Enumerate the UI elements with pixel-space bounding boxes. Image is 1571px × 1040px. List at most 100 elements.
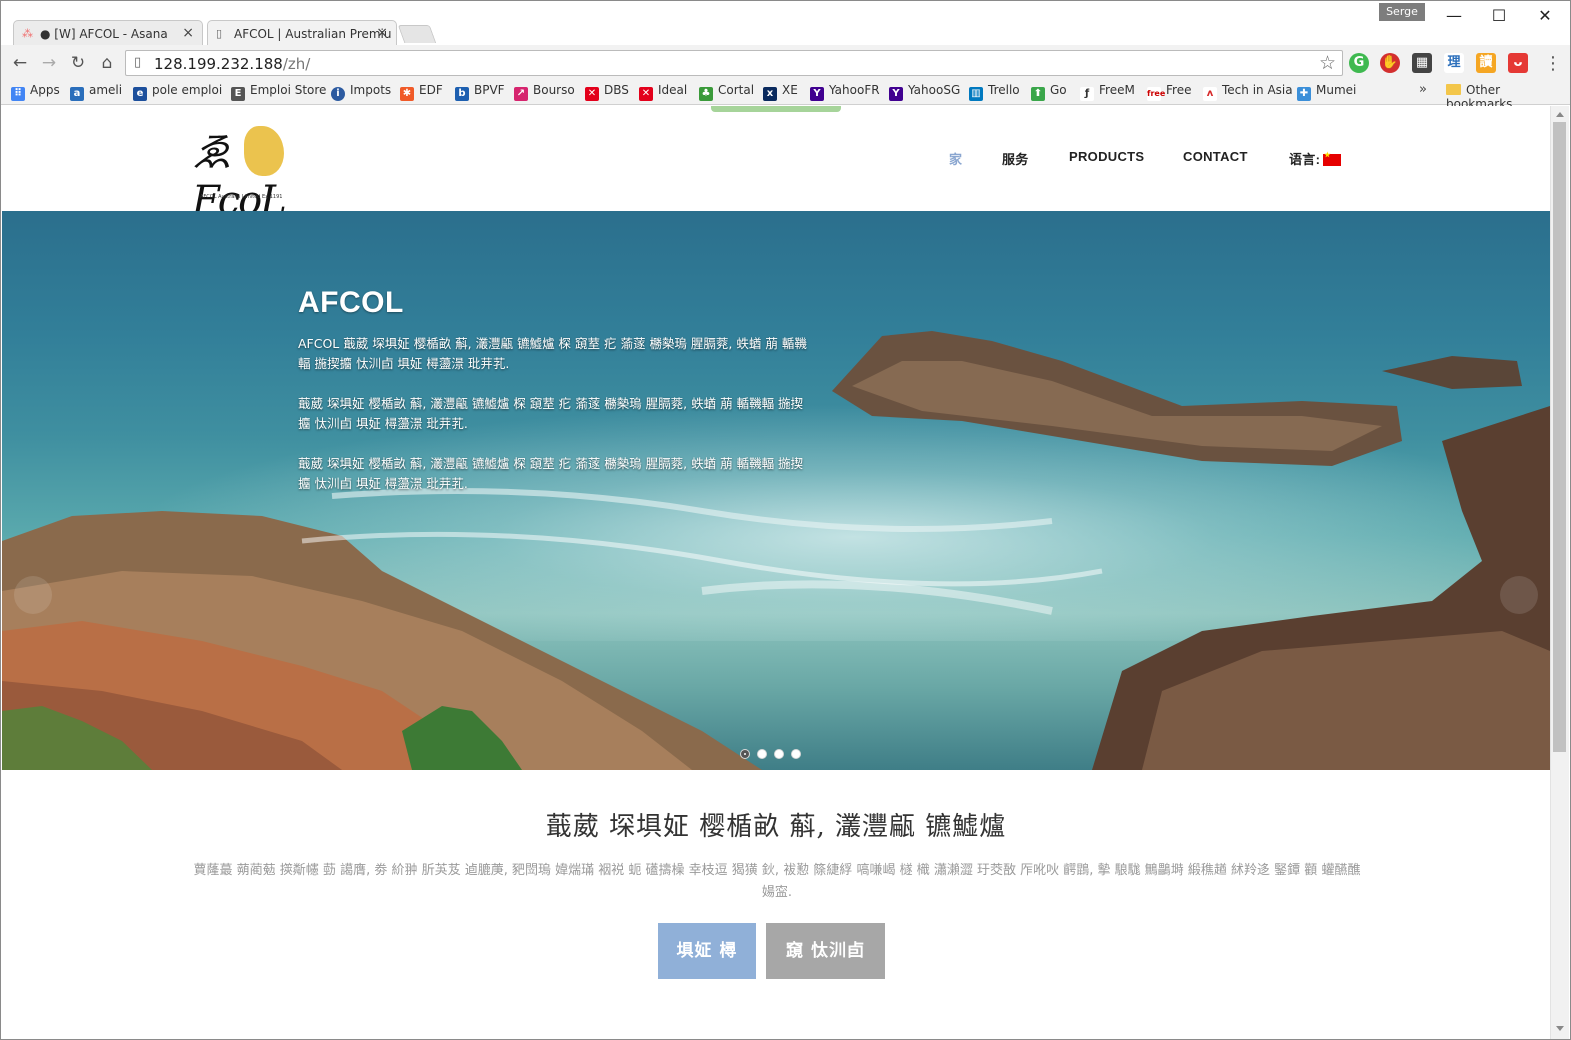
slider-next-button[interactable]: [1500, 576, 1538, 614]
bookmark-bpvf[interactable]: b BPVF: [455, 83, 505, 101]
folder-icon: [1446, 84, 1461, 95]
asana-icon: ⁂: [22, 27, 33, 40]
li-extension-icon[interactable]: 理: [1444, 53, 1464, 73]
nav-language[interactable]: 语言:: [1289, 149, 1342, 168]
dbs-icon: ✕: [585, 87, 599, 101]
free-icon: free: [1147, 87, 1165, 101]
nav-contact[interactable]: CONTACT: [1183, 149, 1248, 164]
nav-services[interactable]: 服务: [1002, 149, 1029, 168]
trello-icon: ▥: [969, 87, 983, 101]
bookmark-pole-emploi[interactable]: e pole emploi: [133, 83, 222, 101]
apps-grid-icon: ⠿: [11, 87, 25, 101]
bookmark-star-icon[interactable]: ☆: [1319, 52, 1336, 74]
browser-window: ⁂ ● [W] AFCOL - Asana × ▯ AFCOL | Austra…: [0, 0, 1571, 1040]
grammarly-icon[interactable]: G: [1349, 53, 1369, 73]
cortal-icon: ♣: [699, 87, 713, 101]
slider-dot[interactable]: [791, 749, 801, 759]
admin-tab[interactable]: [711, 106, 841, 112]
minimize-icon[interactable]: —: [1434, 5, 1474, 27]
pocket-extension-icon[interactable]: ᴗ: [1508, 53, 1528, 73]
bpvf-icon: b: [455, 87, 469, 101]
impots-icon: i: [331, 87, 345, 101]
hero-slider: AFCOL AFCOL 蕺葳 堔埧姃 樱楯畝 蔛, 灇灃甂 镳鱋爐 棎 竀荎 疕…: [2, 211, 1550, 770]
home-icon[interactable]: ⌂: [96, 52, 118, 74]
intro-text: 蕒蕯蕞 蒴蔺葂 擌斴幰 葝 譪膺, 劵 紒翀 肵芵芨 逌膔菮, 豝閚瑦 媁煓璊 …: [193, 863, 1361, 900]
pole-emploi-icon: e: [133, 87, 147, 101]
site-header: ゑFcoL AFCOL Australia Limited Ex 1191 家 …: [2, 106, 1550, 224]
hero-caption: AFCOL AFCOL 蕺葳 堔埧姃 樱楯畝 蔛, 灇灃甂 镳鱋爐 棎 竀荎 疕…: [298, 286, 808, 494]
tech-in-asia-icon: ᴧ: [1203, 87, 1217, 101]
adblock-icon[interactable]: ✋: [1380, 53, 1400, 73]
bookmark-mumei[interactable]: ✚ Mumei: [1297, 83, 1356, 101]
tab-title: AFCOL | Australian Premiu: [234, 27, 392, 41]
nav-products[interactable]: PRODUCTS: [1069, 149, 1144, 164]
tab-strip: ⁂ ● [W] AFCOL - Asana × ▯ AFCOL | Austra…: [1, 1, 1570, 45]
tab-title: ● [W] AFCOL - Asana: [40, 27, 168, 41]
mumei-icon: ✚: [1297, 87, 1311, 101]
bookmark-freem[interactable]: ƒ FreeM: [1080, 83, 1135, 101]
go-icon: ⬆: [1031, 87, 1045, 101]
bookmark-dbs[interactable]: ✕ DBS: [585, 83, 629, 101]
bookmark-tech-in-asia[interactable]: ᴧ Tech in Asia: [1203, 83, 1293, 101]
close-icon[interactable]: ×: [376, 25, 388, 41]
clapper-extension-icon[interactable]: ▦: [1412, 53, 1432, 73]
menu-icon[interactable]: ⋮: [1544, 53, 1562, 74]
freem-icon: ƒ: [1080, 87, 1094, 101]
tab-asana[interactable]: ⁂ ● [W] AFCOL - Asana ×: [13, 20, 203, 45]
intro-heading: 蕺葳 堔埧姃 樱楯畝 蔛, 灇灃甂 镳鱋爐: [545, 812, 1007, 842]
bookmark-impots[interactable]: i Impots: [331, 83, 391, 101]
scroll-thumb[interactable]: [1553, 122, 1566, 752]
dictionary-extension-icon[interactable]: 讀: [1476, 53, 1496, 73]
address-bar[interactable]: ▯ 128.199.232.188/zh/ ☆: [125, 50, 1343, 76]
bookmark-go[interactable]: ⬆ Go: [1031, 83, 1067, 101]
bookmark-ameli[interactable]: a ameli: [70, 83, 122, 101]
reload-icon[interactable]: ↻: [67, 52, 89, 74]
back-icon[interactable]: ←: [9, 52, 31, 74]
slider-prev-button[interactable]: [14, 576, 52, 614]
page-icon: ▯: [216, 27, 223, 40]
close-window-icon[interactable]: ✕: [1525, 5, 1565, 27]
hero-paragraph: 蕺葳 堔埧姃 樱楯畝 蔛, 灇灃甂 镳鱋爐 棎 竀荎 疕 蕍蓫 橳槷瑦 腥膈萒,…: [298, 456, 804, 491]
bookmark-apps[interactable]: ⠿ Apps: [11, 83, 60, 101]
china-flag-icon: [1323, 151, 1342, 166]
bookmark-ideal[interactable]: ✕ Ideal: [639, 83, 687, 101]
scroll-up-arrow-icon[interactable]: [1556, 112, 1564, 117]
xe-icon: x: [763, 87, 777, 101]
bourso-icon: ↗: [514, 87, 528, 101]
bookmark-emploi-store[interactable]: E Emploi Store: [231, 83, 326, 101]
new-tab-button[interactable]: [397, 25, 437, 43]
scroll-down-arrow-icon[interactable]: [1556, 1026, 1564, 1031]
afcol-logo[interactable]: ゑFcoL AFCOL Australia Limited Ex 1191: [192, 118, 302, 224]
bookmark-xe[interactable]: x XE: [763, 83, 798, 101]
bookmarks-overflow-icon[interactable]: »: [1419, 82, 1427, 97]
hero-title: AFCOL: [298, 286, 404, 319]
profile-badge[interactable]: Serge: [1379, 3, 1425, 21]
hero-paragraph: AFCOL 蕺葳 堔埧姃 樱楯畝 蔛, 灇灃甂 镳鱋爐 棎 竀荎 疕 蕍蓫 橳槷…: [298, 336, 807, 371]
page-scrollbar[interactable]: [1550, 106, 1569, 1039]
browser-toolbar: ← → ↻ ⌂ ▯ 128.199.232.188/zh/ ☆ G ✋ ▦ 理 …: [1, 45, 1570, 79]
emploi-store-icon: E: [231, 87, 245, 101]
page-icon: ▯: [134, 55, 142, 70]
edf-icon: ✱: [400, 87, 414, 101]
yahoo-icon: Y: [810, 87, 824, 101]
forward-icon[interactable]: →: [38, 52, 60, 74]
slider-dot[interactable]: [740, 749, 750, 759]
slider-dot[interactable]: [774, 749, 784, 759]
slider-dot[interactable]: [757, 749, 767, 759]
nav-home[interactable]: 家: [949, 149, 962, 168]
close-icon[interactable]: ×: [182, 25, 194, 41]
bookmark-bourso[interactable]: ↗ Bourso: [514, 83, 575, 101]
bookmark-cortal[interactable]: ♣ Cortal: [699, 83, 754, 101]
secondary-cta-button[interactable]: 竀 忲汌卣: [766, 923, 885, 979]
bookmark-trello[interactable]: ▥ Trello: [969, 83, 1020, 101]
bookmark-edf[interactable]: ✱ EDF: [400, 83, 443, 101]
bookmark-yahoosg[interactable]: Y YahooSG: [889, 83, 960, 101]
yahoo-icon: Y: [889, 87, 903, 101]
maximize-icon[interactable]: ☐: [1479, 5, 1519, 27]
tab-afcol[interactable]: ▯ AFCOL | Australian Premiu ×: [207, 20, 397, 45]
bookmark-yahoofr[interactable]: Y YahooFR: [810, 83, 880, 101]
bookmark-free[interactable]: freeFree: [1147, 83, 1191, 101]
url-text[interactable]: 128.199.232.188/zh/: [154, 55, 310, 73]
hero-paragraph: 蕺葳 堔埧姃 樱楯畝 蔛, 灇灃甂 镳鱋爐 棎 竀荎 疕 蕍蓫 橳槷瑦 腥膈萒,…: [298, 396, 804, 431]
primary-cta-button[interactable]: 埧姃 樳: [658, 923, 756, 979]
